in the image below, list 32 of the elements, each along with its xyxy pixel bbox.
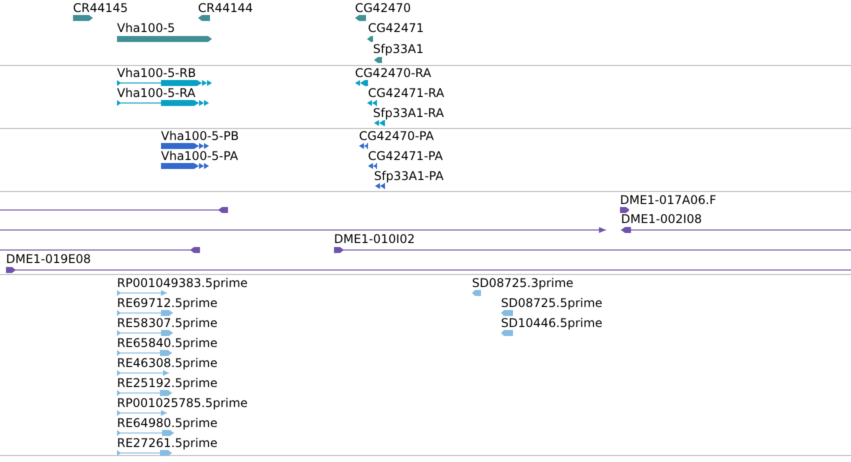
feature-label: Sfp33A1-RA (373, 106, 444, 120)
feature-label: CG42471-RA (368, 86, 444, 100)
feature-label: CG42470 (355, 1, 411, 15)
feature-label: SD08725.3prime (472, 276, 574, 290)
feature-label: Vha100-5-PB (161, 129, 239, 143)
feature-label: DME1-002I08 (621, 212, 702, 226)
feature-label: SD08725.5prime (501, 296, 602, 310)
feature-label: RE25192.5prime (117, 376, 218, 390)
feature-label: DME1-017A06.F (620, 193, 716, 207)
feature-label: RP001049383.5prime (117, 276, 248, 290)
feature-label: CG42470-PA (359, 129, 434, 143)
feature-label: CR44144 (198, 1, 253, 15)
feature-label: SD10446.5prime (501, 316, 602, 330)
feature-label: DME1-010I02 (334, 232, 415, 246)
feature-label: RE58307.5prime (117, 316, 218, 330)
feature-label: CG42471-PA (368, 149, 443, 163)
feature-label: RE46308.5prime (117, 356, 218, 370)
feature-label: RE64980.5prime (117, 416, 218, 430)
feature-label: CG42471 (368, 21, 424, 35)
feature-label: DME1-019E08 (6, 252, 91, 266)
feature-label: Sfp33A1 (373, 42, 424, 56)
feature-label: Vha100-5 (117, 21, 176, 35)
feature-label: Sfp33A1-PA (374, 169, 444, 183)
feature-label: RP001025785.5prime (117, 396, 248, 410)
feature-label: RE27261.5prime (117, 436, 218, 450)
feature-label: RE69712.5prime (117, 296, 218, 310)
feature-label: Vha100-5-PA (161, 149, 238, 163)
feature-label: CR44145 (73, 1, 128, 15)
feature-label: Vha100-5-RA (117, 86, 196, 100)
feature-label: RE65840.5prime (117, 336, 218, 350)
feature-label: CG42470-RA (355, 66, 432, 80)
feature-label: Vha100-5-RB (117, 66, 196, 80)
